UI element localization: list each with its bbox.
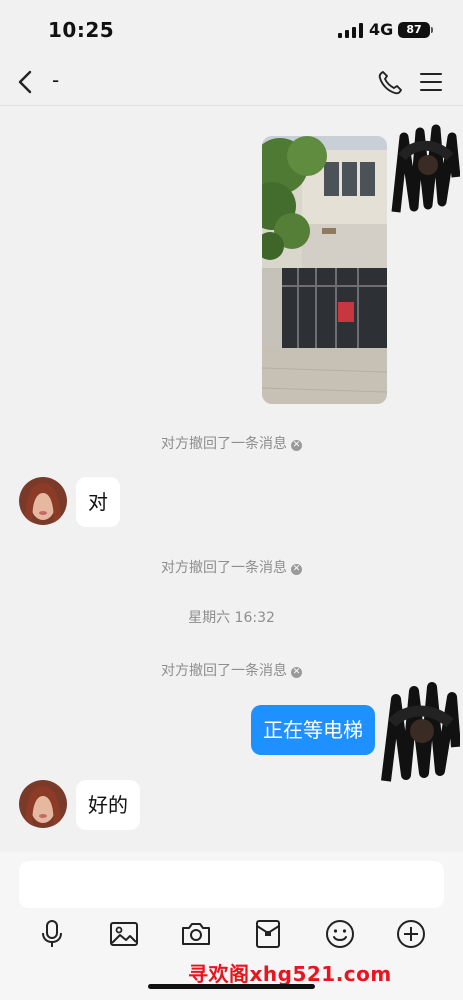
message-input[interactable] xyxy=(19,861,444,908)
outgoing-message-bubble[interactable]: 正在等电梯 xyxy=(251,705,375,755)
photo-album-button[interactable] xyxy=(108,918,140,950)
emoji-button[interactable] xyxy=(324,918,356,950)
contact-avatar[interactable] xyxy=(19,477,67,525)
message-timestamp: 星期六 16:32 xyxy=(188,610,275,626)
my-avatar[interactable] xyxy=(390,117,461,217)
camera-icon xyxy=(182,923,210,945)
red-packet-button[interactable] xyxy=(252,918,284,950)
chevron-left-icon xyxy=(18,70,32,94)
incoming-message-bubble[interactable]: 好的 xyxy=(76,780,140,830)
incoming-message-bubble[interactable]: 对 xyxy=(76,477,120,527)
chat-header: - xyxy=(0,58,463,106)
menu-button[interactable] xyxy=(418,70,444,94)
battery-icon: 87 xyxy=(398,22,430,38)
photo-message[interactable] xyxy=(262,136,387,404)
image-icon xyxy=(110,922,138,946)
watermark-text: 寻欢阁xhg521.com xyxy=(188,962,392,986)
status-bar: 10:25 4G 87 xyxy=(0,0,463,58)
more-button[interactable] xyxy=(395,918,427,950)
chat-message-list[interactable]: 对方撤回了一条消息 ✕ 对 对方撤回了一条消息 ✕ 星期六 16:32 对方撤回了一… xyxy=(0,107,463,852)
redacted-avatar-scribble xyxy=(381,682,461,782)
close-circle-icon: ✕ xyxy=(291,440,302,451)
call-button[interactable] xyxy=(376,69,404,97)
retracted-message-notice: 对方撤回了一条消息 ✕ xyxy=(161,560,302,576)
camera-button[interactable] xyxy=(180,918,212,950)
cellular-signal-icon xyxy=(338,23,363,38)
hamburger-menu-icon xyxy=(420,73,442,91)
back-button[interactable] xyxy=(12,68,40,96)
mic-icon xyxy=(42,920,62,947)
retracted-message-notice: 对方撤回了一条消息 ✕ xyxy=(161,436,302,452)
close-circle-icon: ✕ xyxy=(291,667,302,678)
avatar-photo xyxy=(19,477,67,525)
red-packet-icon xyxy=(256,920,280,948)
voice-button[interactable] xyxy=(36,918,68,950)
avatar-photo xyxy=(19,780,67,828)
battery-tip xyxy=(431,27,433,33)
contact-name[interactable]: - xyxy=(52,68,59,92)
redacted-avatar-scribble xyxy=(391,124,461,213)
close-circle-icon: ✕ xyxy=(291,564,302,575)
phone-icon xyxy=(378,71,402,95)
status-time: 10:25 xyxy=(48,18,115,42)
photo-image xyxy=(262,136,387,404)
network-type: 4G xyxy=(369,20,394,39)
my-avatar[interactable] xyxy=(380,677,461,785)
plus-icon xyxy=(397,920,425,948)
emoji-icon xyxy=(326,920,354,948)
home-indicator[interactable] xyxy=(148,984,315,989)
contact-avatar[interactable] xyxy=(19,780,67,828)
